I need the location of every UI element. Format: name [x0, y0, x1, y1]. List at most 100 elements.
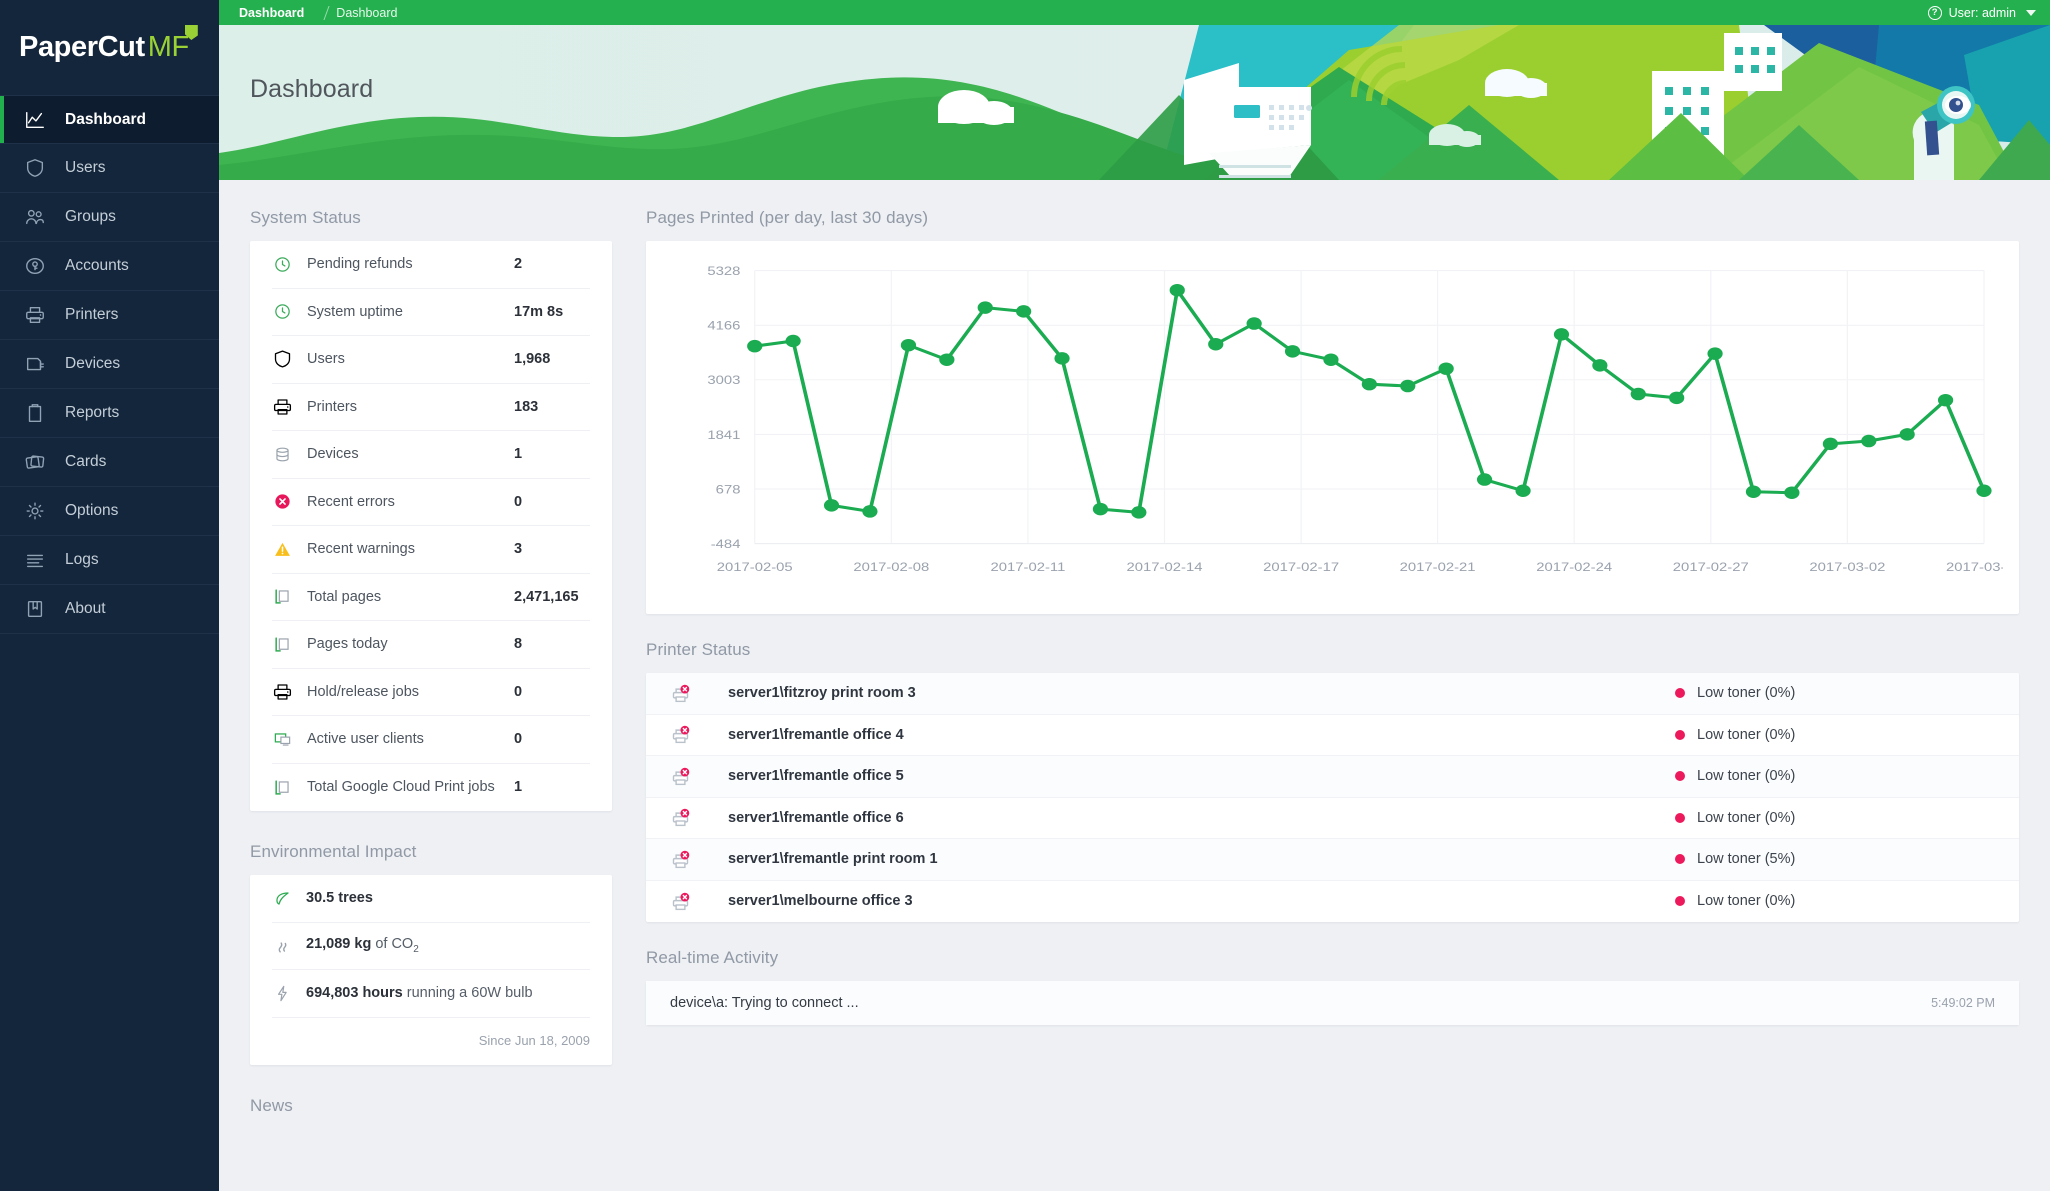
printer-status-text: Low toner (0%) [1697, 809, 1796, 826]
printer-name[interactable]: server1\fremantle office 6 [728, 810, 1675, 826]
pages-printed-line-chart[interactable]: -484 678 1841 3003 4166 5328 2017-02-05 2017-02… [662, 255, 2003, 606]
breadcrumb-separator-icon [310, 5, 330, 20]
printer-name[interactable]: server1\fremantle print room 1 [728, 851, 1675, 867]
status-row[interactable]: System uptime 17m 8s [272, 289, 590, 336]
status-row[interactable]: Recent errors 0 [272, 479, 590, 526]
printer-status-cell: Low toner (0%) [1675, 893, 1995, 909]
status-row[interactable]: Printers 183 [272, 384, 590, 431]
status-value: 17m 8s [514, 303, 564, 320]
svg-text:1841: 1841 [707, 428, 740, 441]
printer-status-cell: Low toner (0%) [1675, 727, 1995, 743]
sidebar-item-about[interactable]: About [0, 585, 219, 634]
breadcrumb-item-0[interactable]: Dashboard [239, 6, 304, 20]
system-status-card: Pending refunds 2 System uptime 17m 8s Users… [250, 241, 612, 811]
sidebar-item-logs[interactable]: Logs [0, 536, 219, 585]
printer-name[interactable]: server1\fitzroy print room 3 [728, 685, 1675, 701]
printer-status-row[interactable]: server1\fremantle office 5 Low toner (0%) [646, 756, 2019, 798]
database-icon [272, 444, 293, 465]
status-row[interactable]: Pending refunds 2 [272, 241, 590, 289]
printer-error-icon [670, 724, 692, 745]
help-icon[interactable]: ? [1927, 5, 1942, 20]
sidebar-item-options[interactable]: Options [0, 487, 219, 536]
user-shield-icon [22, 155, 48, 181]
groups-icon [22, 204, 48, 230]
sidebar-item-label: About [65, 600, 106, 617]
svg-text:2017-02-24: 2017-02-24 [1536, 560, 1612, 573]
brand-name-secondary: MF [147, 31, 189, 63]
status-row[interactable]: Recent warnings 3 [272, 526, 590, 574]
printer-name[interactable]: server1\melbourne office 3 [728, 893, 1675, 909]
sidebar-item-cards[interactable]: Cards [0, 438, 219, 487]
realtime-activity-title: Real-time Activity [646, 948, 779, 967]
bolt-icon [272, 983, 293, 1004]
environmental-row: 21,089 kg of CO2 [272, 923, 590, 970]
environmental-row: 694,803 hours running a 60W bulb [272, 970, 590, 1018]
pages-icon [272, 634, 293, 655]
status-row[interactable]: Users 1,968 [272, 336, 590, 384]
printer-status-row[interactable]: server1\fremantle print room 1 Low toner … [646, 839, 2019, 881]
status-value: 8 [514, 636, 523, 653]
printer-icon [22, 302, 48, 328]
environmental-text: of CO [371, 936, 414, 953]
sidebar-item-devices[interactable]: Devices [0, 340, 219, 389]
left-column: System Status Pending refunds 2 System upt… [250, 208, 612, 1191]
svg-text:4166: 4166 [707, 319, 740, 332]
status-value: 3 [514, 541, 523, 558]
brand-logo[interactable]: PaperCut MF [0, 0, 219, 95]
breadcrumb-item-1[interactable]: Dashboard [336, 6, 397, 20]
sidebar-item-label: Dashboard [65, 110, 146, 128]
sidebar-item-users[interactable]: Users [0, 144, 219, 193]
status-row[interactable]: Devices 1 [272, 431, 590, 479]
status-label: Recent errors [307, 493, 395, 510]
status-dot-icon [1675, 688, 1685, 699]
sidebar-item-label: Options [65, 502, 119, 519]
brand-name-primary: PaperCut [19, 31, 145, 63]
status-label: Devices [307, 446, 359, 463]
status-row[interactable]: Active user clients 0 [272, 716, 590, 764]
leaf-icon [272, 888, 293, 909]
svg-text:2017-02-27: 2017-02-27 [1673, 560, 1749, 573]
svg-text:2017-02-08: 2017-02-08 [853, 560, 929, 573]
printer-status-row[interactable]: server1\fremantle office 4 Low toner (0%) [646, 715, 2019, 756]
svg-text:3003: 3003 [707, 373, 740, 386]
sidebar-item-groups[interactable]: Groups [0, 193, 219, 242]
printer-name[interactable]: server1\fremantle office 5 [728, 768, 1675, 784]
activity-text: device\a: Trying to connect ... [670, 995, 859, 1011]
svg-text:2017-02-17: 2017-02-17 [1263, 560, 1339, 573]
printer-status-row[interactable]: server1\fremantle office 6 Low toner (0%) [646, 798, 2019, 839]
sidebar-item-label: Printers [65, 306, 119, 323]
printer-name[interactable]: server1\fremantle office 4 [728, 727, 1675, 743]
svg-text:2017-02-21: 2017-02-21 [1400, 560, 1476, 573]
chevron-down-icon[interactable] [2026, 9, 2036, 16]
environmental-since-label: Since Jun 18, 2009 [478, 1032, 590, 1048]
sidebar-item-accounts[interactable]: Accounts [0, 242, 219, 291]
status-row[interactable]: Total Google Cloud Print jobs 1 [272, 764, 590, 812]
printer-status-cell: Low toner (0%) [1675, 810, 1995, 826]
sidebar-item-printers[interactable]: Printers [0, 291, 219, 340]
environmental-row: 30.5 trees [272, 875, 590, 923]
printer-status-cell: Low toner (5%) [1675, 851, 1995, 867]
logs-icon [22, 547, 48, 573]
printer-status-cell: Low toner (0%) [1675, 768, 1995, 784]
sidebar-item-label: Reports [65, 404, 120, 421]
clock-icon [272, 254, 293, 275]
user-label: User: admin [1948, 5, 2016, 20]
sidebar-nav: Dashboard Users Groups Accounts Printers Devi… [0, 95, 219, 634]
status-value: 0 [514, 493, 523, 510]
status-row[interactable]: Hold/release jobs 0 [272, 669, 590, 716]
sidebar-item-reports[interactable]: Reports [0, 389, 219, 438]
sidebar-item-dashboard[interactable]: Dashboard [0, 95, 219, 144]
status-label: Total Google Cloud Print jobs [307, 779, 495, 796]
status-row[interactable]: Pages today 8 [272, 621, 590, 669]
svg-text:-484: -484 [711, 537, 741, 550]
environmental-impact-title: Environmental Impact [250, 842, 417, 861]
topbar-user-menu[interactable]: ? User: admin [1927, 5, 2036, 20]
printer-status-text: Low toner (0%) [1697, 726, 1796, 743]
clipboard-icon [22, 400, 48, 426]
client-icon [272, 729, 293, 750]
status-value: 2,471,165 [514, 588, 579, 605]
printer-status-row[interactable]: server1\melbourne office 3 Low toner (0%) [646, 881, 2019, 923]
status-row[interactable]: Total pages 2,471,165 [272, 574, 590, 621]
printer-status-row[interactable]: server1\fitzroy print room 3 Low toner (0… [646, 673, 2019, 715]
status-dot-icon [1675, 812, 1685, 823]
